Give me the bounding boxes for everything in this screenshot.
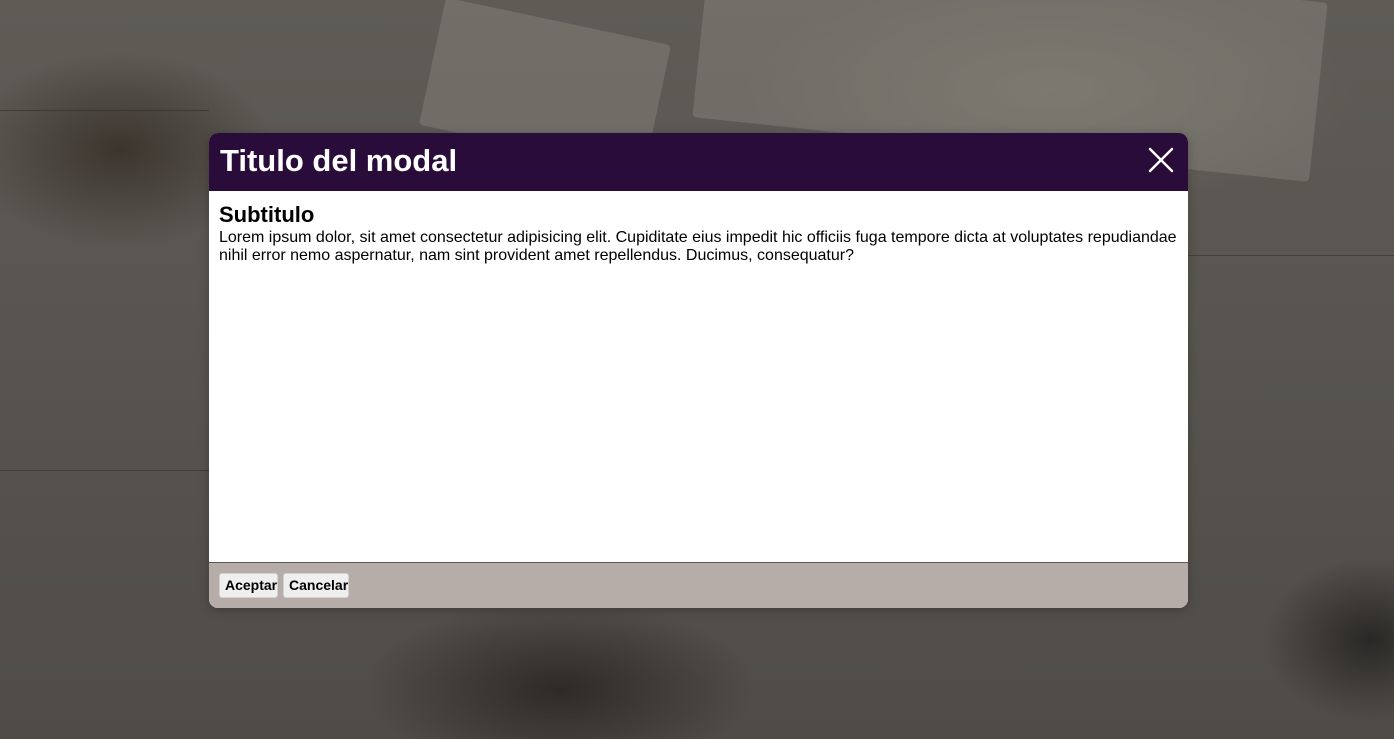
modal-subtitle: Subtitulo [219,202,315,227]
close-icon [1148,147,1174,173]
accept-button[interactable]: Aceptar [219,573,278,598]
cancel-button[interactable]: Cancelar [283,573,349,598]
modal-body: Subtitulo Lorem ipsum dolor, sit amet co… [209,191,1188,563]
modal-footer: Aceptar Cancelar [209,563,1188,608]
modal-header: Titulo del modal [209,133,1188,191]
background-plank-line [1188,255,1394,256]
modal-body-text: Lorem ipsum dolor, sit amet consectetur … [219,229,1177,264]
background-plank-line [0,470,209,471]
modal-dialog: Titulo del modal Subtitulo Lorem ipsum d… [209,133,1188,608]
modal-title: Titulo del modal [220,143,458,178]
close-button[interactable] [1145,145,1177,177]
background-plank-line [0,110,209,111]
